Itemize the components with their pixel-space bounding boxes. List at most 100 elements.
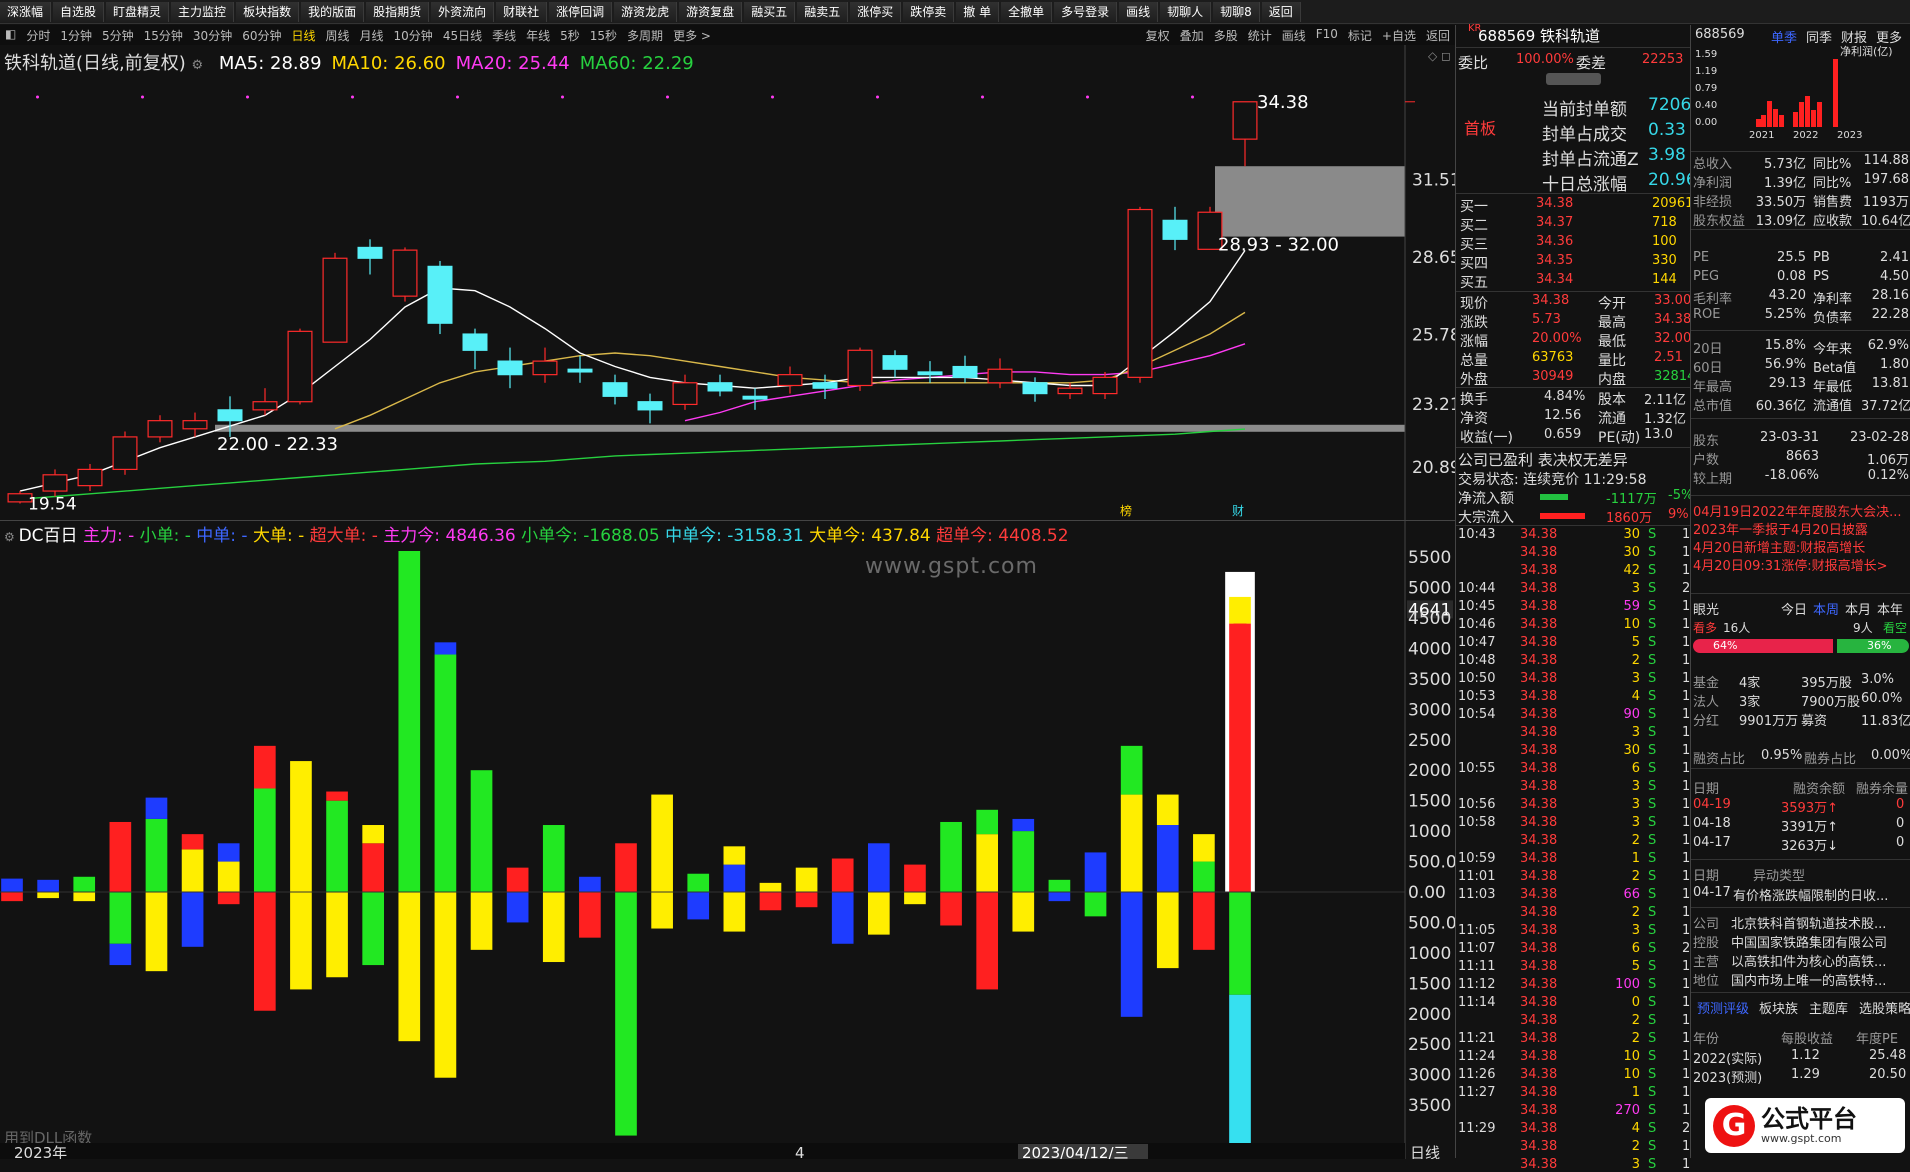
toolbar-button-11[interactable]: 游资复盘: [679, 1, 743, 22]
flow-bar-up[interactable]: [181, 849, 204, 892]
flow-bar-up[interactable]: [867, 843, 890, 892]
chart-tool-3[interactable]: 统计: [1243, 27, 1277, 44]
candle-body[interactable]: [917, 371, 943, 376]
kline-chart[interactable]: 34.38 19.54 28.93 - 32.00 22.00 - 22.33 榜 财 31…: [0, 45, 1461, 520]
candle-body[interactable]: [322, 257, 348, 343]
indicator-settings-icon[interactable]: ⚙: [4, 530, 19, 544]
flow-bar-up[interactable]: [506, 867, 529, 892]
candle-body[interactable]: [497, 360, 523, 376]
flow-bar-down[interactable]: [867, 892, 890, 935]
flow-bar-up[interactable]: [651, 794, 673, 892]
chart-tool-6[interactable]: 标记: [1343, 27, 1377, 44]
flow-bar-down[interactable]: [759, 892, 782, 911]
seal-toggle[interactable]: [1546, 73, 1601, 85]
toolbar-button-16[interactable]: 撤 单: [956, 1, 1000, 22]
flow-bar-down[interactable]: [651, 892, 673, 929]
flow-bar-up[interactable]: [1193, 834, 1215, 862]
chart-tool-1[interactable]: 叠加: [1175, 27, 1209, 44]
flow-bar-down[interactable]: [1193, 892, 1215, 950]
flow-bar-down[interactable]: [290, 892, 312, 990]
toolbar-button-21[interactable]: 韧聊8: [1213, 1, 1260, 22]
period-tab-14[interactable]: 15秒: [585, 27, 622, 44]
toolbar-button-1[interactable]: 自选股: [53, 1, 105, 22]
flow-bar-up[interactable]: [831, 858, 854, 892]
flow-bar-down[interactable]: [145, 892, 168, 972]
flow-bar-up[interactable]: [940, 821, 962, 892]
flow-bar-down[interactable]: [615, 892, 637, 1136]
candle-body[interactable]: [217, 409, 243, 422]
flow-bar-up[interactable]: [1084, 852, 1107, 892]
flow-bar-down[interactable]: [1229, 892, 1251, 995]
flow-bar-down[interactable]: [1156, 892, 1179, 969]
flow-bar-down[interactable]: [37, 892, 59, 899]
toolbar-button-8[interactable]: 财联社: [496, 1, 548, 22]
flow-bar-down[interactable]: [542, 892, 565, 963]
chart-tool-4[interactable]: 画线: [1277, 27, 1311, 44]
flow-bar-down[interactable]: [470, 892, 493, 950]
period-tab-16[interactable]: 更多 >: [668, 27, 716, 44]
flow-bar-up[interactable]: [73, 876, 96, 892]
flow-bar-up[interactable]: [1048, 879, 1071, 892]
flow-bar-down[interactable]: [109, 892, 132, 944]
period-tab-10[interactable]: 45日线: [438, 27, 487, 44]
toolbar-button-22[interactable]: 返回: [1261, 1, 1301, 22]
flow-bar-up[interactable]: [145, 797, 168, 819]
chart-tool-5[interactable]: F10: [1311, 27, 1343, 44]
toolbar-button-19[interactable]: 画线: [1119, 1, 1159, 22]
toolbar-button-2[interactable]: 盯盘精灵: [106, 1, 170, 22]
flow-bar-up[interactable]: [362, 843, 385, 892]
flow-bar-down[interactable]: [506, 892, 529, 923]
flow-bar-down[interactable]: [976, 892, 999, 990]
flow-bar-up[interactable]: [723, 864, 746, 892]
flow-bar-up[interactable]: [976, 834, 999, 892]
period-tab-8[interactable]: 月线: [355, 27, 389, 44]
flow-bar-down[interactable]: [362, 892, 385, 966]
flow-bar-up[interactable]: [542, 825, 565, 892]
period-tab-11[interactable]: 季线: [487, 27, 521, 44]
toolbar-button-10[interactable]: 游资龙虎: [614, 1, 678, 22]
flow-bar-up[interactable]: [1156, 825, 1179, 892]
candle-body[interactable]: [602, 382, 628, 397]
flow-bar-up[interactable]: [217, 861, 240, 892]
candle-body[interactable]: [42, 474, 68, 492]
flow-bar-up[interactable]: [434, 642, 457, 655]
flow-bar-down[interactable]: [1084, 892, 1107, 917]
candle-body[interactable]: [357, 246, 383, 259]
flow-bar-up[interactable]: [253, 788, 276, 892]
chart-tool-2[interactable]: 多股: [1209, 27, 1243, 44]
candle-body[interactable]: [462, 333, 488, 351]
period-tab-13[interactable]: 5秒: [555, 27, 585, 44]
period-tab-7[interactable]: 周线: [321, 27, 355, 44]
period-tab-9[interactable]: 10分钟: [389, 27, 438, 44]
flow-bar-down[interactable]: [795, 892, 818, 908]
toolbar-button-9[interactable]: 涨停回调: [549, 1, 613, 22]
flow-bar-up[interactable]: [1120, 745, 1143, 795]
flow-bar-up[interactable]: [904, 864, 926, 892]
flow-bar-down[interactable]: [181, 892, 204, 947]
candle-body[interactable]: [707, 382, 733, 392]
chart-tool-0[interactable]: 复权: [1141, 27, 1175, 44]
toolbar-button-18[interactable]: 多号登录: [1054, 1, 1118, 22]
fund-flow-chart[interactable]: 5500 5000 4641 4500 4000 3500 3000 2500 2000 1500…: [0, 520, 1457, 1172]
flow-bar-up[interactable]: [795, 867, 818, 892]
toolbar-button-20[interactable]: 韧聊人: [1160, 1, 1212, 22]
candle-body[interactable]: [812, 382, 838, 389]
candle-body[interactable]: [427, 265, 453, 324]
flow-bar-down[interactable]: [253, 892, 276, 1011]
flow-bar-up[interactable]: [109, 821, 132, 892]
candle-body[interactable]: [952, 365, 978, 378]
flow-bar-down[interactable]: [579, 892, 601, 938]
candle-body[interactable]: [742, 395, 768, 400]
period-tab-4[interactable]: 30分钟: [188, 27, 237, 44]
period-tab-15[interactable]: 多周期: [622, 27, 668, 44]
panel-toggle-icon[interactable]: ◧: [0, 27, 21, 44]
window-controls-icon[interactable]: ◇ ◻: [1428, 49, 1451, 63]
candle-body[interactable]: [847, 349, 873, 387]
toolbar-button-4[interactable]: 板块指数: [236, 1, 300, 22]
candle-body[interactable]: [637, 401, 663, 411]
flow-bar-up[interactable]: [290, 761, 312, 892]
candle-body[interactable]: [882, 355, 908, 370]
period-tab-1[interactable]: 1分钟: [55, 27, 97, 44]
candle-body[interactable]: [777, 374, 803, 387]
flow-bar-down[interactable]: [1012, 892, 1035, 932]
